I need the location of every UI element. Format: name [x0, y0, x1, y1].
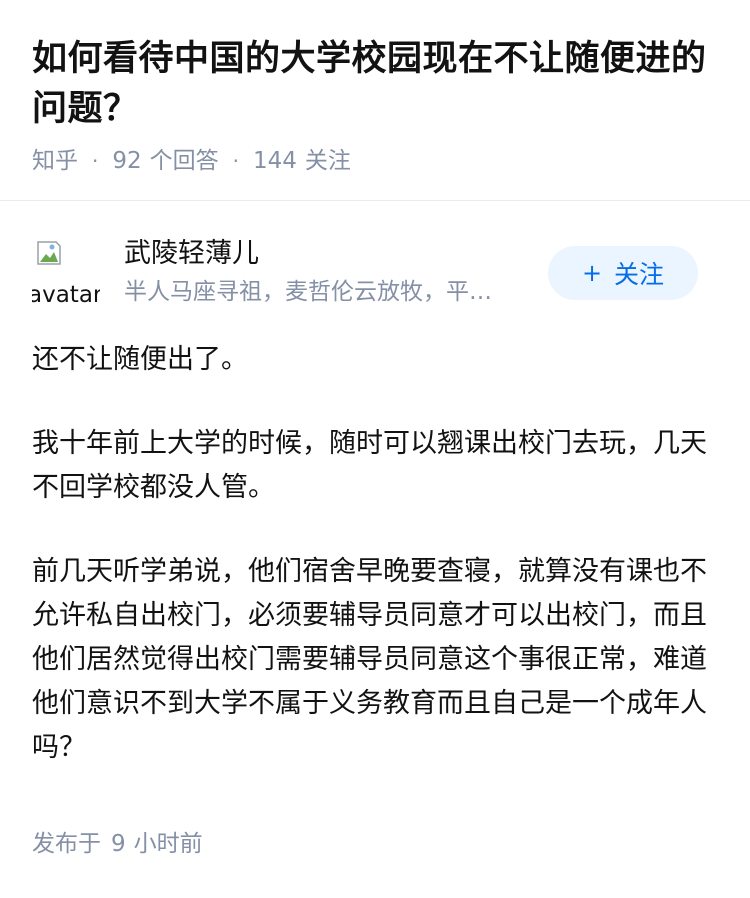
answer-paragraph: 我十年前上大学的时候，随时可以翘课出校门去玩，几天不回学校都没人管。 [32, 428, 707, 503]
meta-separator: · [92, 149, 99, 173]
avatar[interactable]: avatar [32, 238, 100, 306]
broken-image-icon [37, 241, 61, 265]
time-prefix: 发布于 [32, 831, 101, 857]
author-row: avatar 武陵轻薄儿 半人马座寻祖，麦哲伦云放牧，平… + 关注 [32, 236, 698, 312]
answer-paragraph: 前几天听学弟说，他们宿舍早晚要查寝，就算没有课也不允许私自出校门，必须要辅导员同… [32, 556, 707, 763]
author-info: 武陵轻薄儿 半人马座寻祖，麦哲伦云放牧，平… [124, 236, 544, 308]
follow-count-label: 关注 [304, 148, 351, 174]
follow-button[interactable]: + 关注 [548, 246, 698, 300]
answer-timestamp: 发布于 9 小时前 [32, 828, 203, 860]
question-title[interactable]: 如何看待中国的大学校园现在不让随便进的问题？ [32, 34, 718, 134]
author-name[interactable]: 武陵轻薄儿 [124, 236, 544, 272]
meta-separator: · [232, 149, 239, 173]
answer-paragraph: 还不让随便出了。 [32, 344, 248, 375]
source-label[interactable]: 知乎 [32, 146, 78, 176]
divider [0, 200, 750, 201]
question-page: 如何看待中国的大学校园现在不让随便进的问题？ 知乎 · 92 个回答 · 144… [0, 0, 750, 898]
question-header: 如何看待中国的大学校园现在不让随便进的问题？ 知乎 · 92 个回答 · 144… [0, 0, 750, 176]
answer-count: 92 [112, 148, 142, 174]
plus-icon: + [581, 259, 603, 287]
follow-count: 144 [253, 148, 297, 174]
time-value: 9 [111, 831, 126, 857]
avatar-alt-text: avatar [32, 282, 100, 306]
answer-content: 还不让随便出了。 我十年前上大学的时候，随时可以翘课出校门去玩，几天不回学校都没… [32, 338, 712, 810]
author-bio: 半人马座寻祖，麦哲伦云放牧，平… [124, 279, 492, 305]
time-unit: 小时前 [133, 831, 203, 857]
follow-button-label: 关注 [614, 260, 665, 289]
answer-count-label: 个回答 [149, 148, 219, 174]
question-meta: 知乎 · 92 个回答 · 144 关注 [32, 146, 718, 176]
